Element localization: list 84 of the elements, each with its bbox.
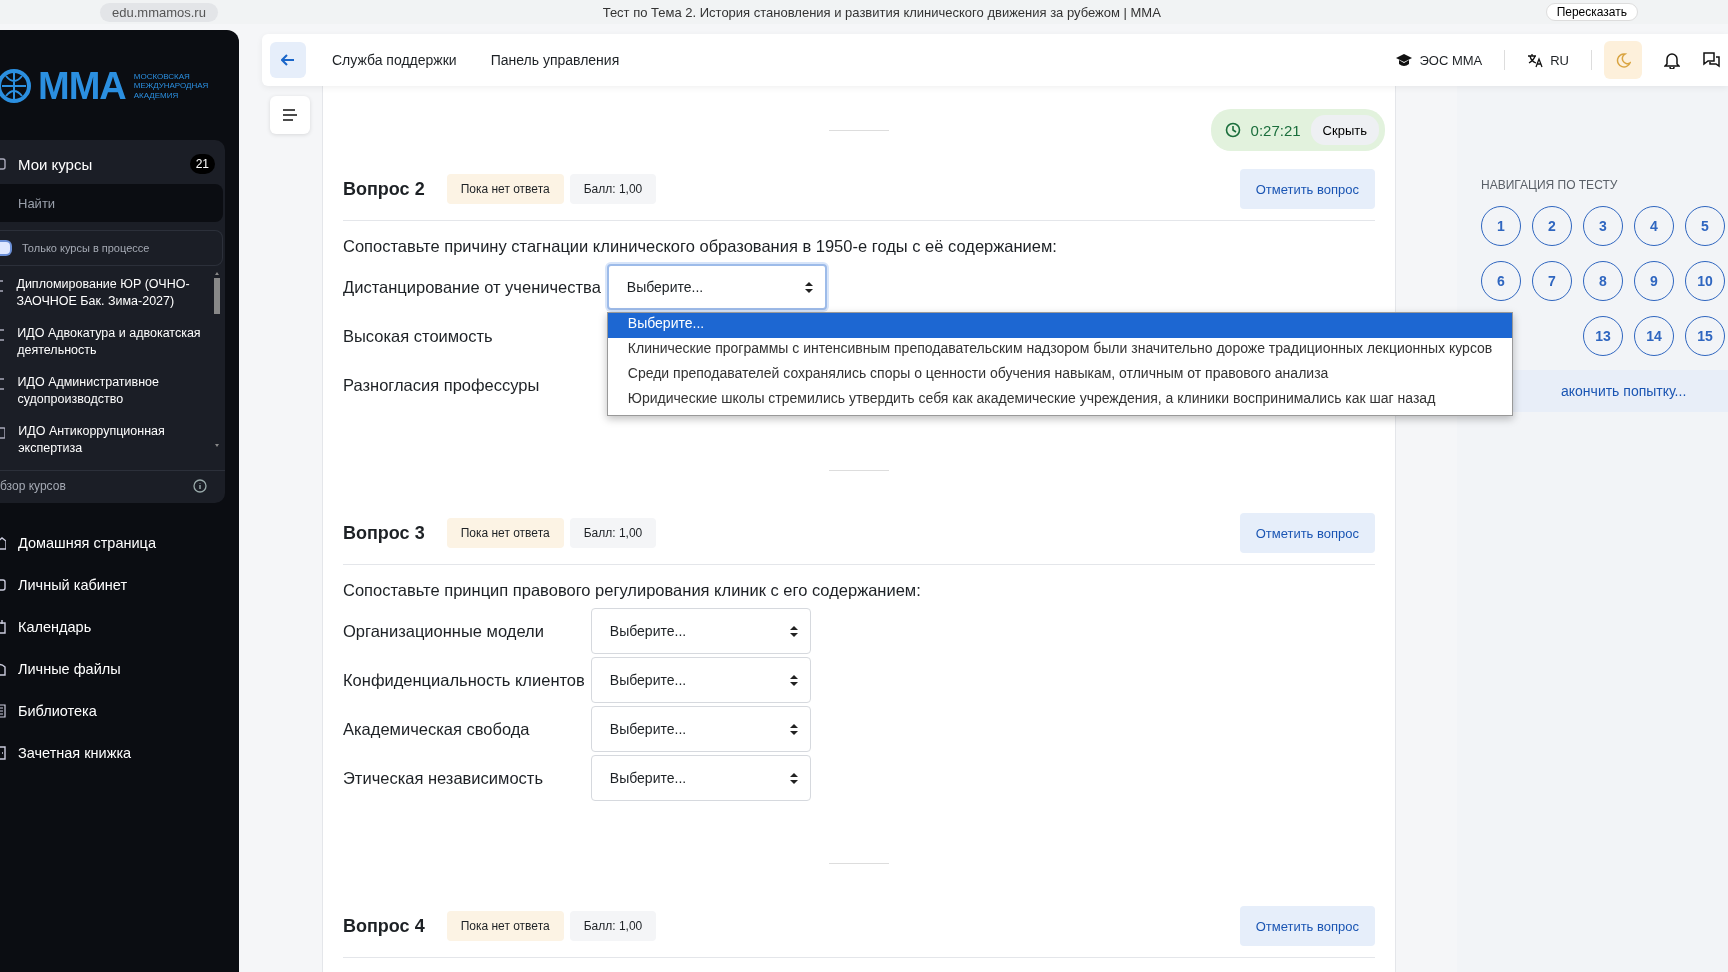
course-icon [0,378,5,390]
header-link[interactable]: Служба поддержки [332,52,457,68]
match-label: Этическая независимость [343,768,544,788]
answer-select[interactable]: Выберите... [606,264,827,310]
course-icon [0,427,6,439]
match-label: Высокая стоимость [343,326,494,346]
score-badge: Балл: 1,00 [569,518,657,548]
navigation-title: НАВИГАЦИЯ ПО ТЕСТУ [1481,178,1619,192]
chat-icon[interactable] [1702,51,1720,69]
finish-attempt-link[interactable]: акончить попытку... [1561,383,1687,399]
score-badge: Балл: 1,00 [569,911,657,941]
graduation-cap-icon [1396,53,1413,67]
page-title: Тест по Тема 2. История становления и развития клинического движения за рубежом | ММА [601,4,1162,20]
portal-link[interactable]: ЭОС ММА [1419,52,1483,68]
nav-link[interactable]: Домашняя страница [18,535,156,551]
dropdown-option[interactable]: Клинические программы с интенсивным преподавательским надзором были значительно дороже традиционных лекционных курсов [607,338,1513,363]
info-icon [193,479,207,493]
timer-text: 0:27:21 [1250,121,1301,139]
match-label: Разногласия профессуры [343,375,541,395]
question-title: Вопрос 3 [343,522,425,544]
library-icon [0,704,6,718]
score-badge: Балл: 1,00 [569,174,657,204]
answer-select[interactable]: Выберите... [590,706,811,752]
nav-link[interactable]: Зачетная книжка [18,745,132,761]
files-icon [0,662,6,676]
home-icon [0,536,6,550]
match-label: Дистанцирование от ученичества [343,277,601,297]
clock-icon [1224,122,1241,138]
question-text: Сопоставьте принцип правового регулирования клиник с его содержанием: [343,581,922,600]
nav-link[interactable]: Библиотека [18,703,97,719]
drawer-button[interactable] [270,96,310,134]
logo-text: ММА [38,64,126,108]
course-item[interactable]: ИДО Антикоррупционная экспертиза [18,423,205,457]
search-field[interactable]: Найти [0,184,223,222]
course-item[interactable]: Дипломирование ЮР (ОЧНО-ЗАОЧНОЕ Бак. Зима-2027) [16,276,205,310]
course-icon [0,280,4,292]
flag-question-button[interactable]: Отметить вопрос [1239,906,1375,946]
status-badge: Пока нет ответа [446,174,564,204]
status-badge: Пока нет ответа [446,518,564,548]
address-field[interactable]: edu.mmamos.ru [100,2,218,22]
dropdown-option[interactable]: Выберите... [607,313,1513,338]
course-item[interactable]: ИДО Адвокатура и адвокатская деятельность [17,325,205,359]
nav-link[interactable]: Личные файлы [18,661,121,677]
answer-select[interactable]: Выберите... [590,608,811,654]
match-label: Организационные модели [343,621,545,641]
nav-link[interactable]: Личный кабинет [18,577,128,593]
logo-subtitle: МОСКОВСКАЯ МЕЖДУНАРОДНАЯ АКАДЕМИЯ [133,72,209,100]
bell-icon[interactable] [1664,51,1680,69]
match-label: Конфиденциальность клиентов [343,670,585,690]
answer-select[interactable]: Выберите... [590,755,811,801]
match-label: Академическая свобода [343,719,531,739]
dropdown-option[interactable]: Юридические школы стремились утвердить себя как академические учреждения, а клиники воспринимались как шаг назад [607,388,1513,413]
dropdown-option[interactable]: Среди преподавателей сохранялись споры о ценности обучения навыкам, отличным от правового анализа [607,363,1513,388]
sort-caret-icon [789,772,798,784]
back-arrow-icon [281,54,295,66]
question-title: Вопрос 2 [343,178,425,200]
flag-question-button[interactable]: Отметить вопрос [1239,169,1375,209]
sort-caret-icon [789,625,798,637]
header-link[interactable]: Панель управления [490,52,620,68]
nav-link[interactable]: Календарь [18,619,92,635]
browse-courses-link[interactable]: бзор курсов [0,479,66,493]
answer-select[interactable]: Выберите... [590,657,811,703]
flag-question-button[interactable]: Отметить вопрос [1239,513,1375,553]
calendar-icon [0,620,6,634]
profile-icon [0,578,6,592]
retell-button[interactable]: Пересказать [1545,3,1638,21]
question-title: Вопрос 4 [343,915,425,937]
question-text: Сопоставьте причину стагнации клинического образования в 1950-е годы с её содержанием: [343,237,1058,256]
status-badge: Пока нет ответа [446,911,564,941]
moon-icon [1615,52,1631,68]
language-menu[interactable]: RU [1550,52,1569,68]
courses-title: Мои курсы [18,155,94,173]
hide-button[interactable]: Скрыть [1310,115,1379,145]
back-button[interactable] [270,42,306,78]
menu-icon [282,108,298,122]
filter-toggle[interactable]: Только курсы в процессе [0,230,223,266]
count-badge: 21 [189,154,215,174]
course-icon [0,329,5,341]
sort-caret-icon [804,281,813,293]
course-item[interactable]: ИДО Административное судопроизводство [17,374,205,408]
gradebook-icon [0,746,6,760]
translate-icon [1527,52,1544,68]
sort-caret-icon [789,723,798,735]
sort-caret-icon [789,674,798,686]
